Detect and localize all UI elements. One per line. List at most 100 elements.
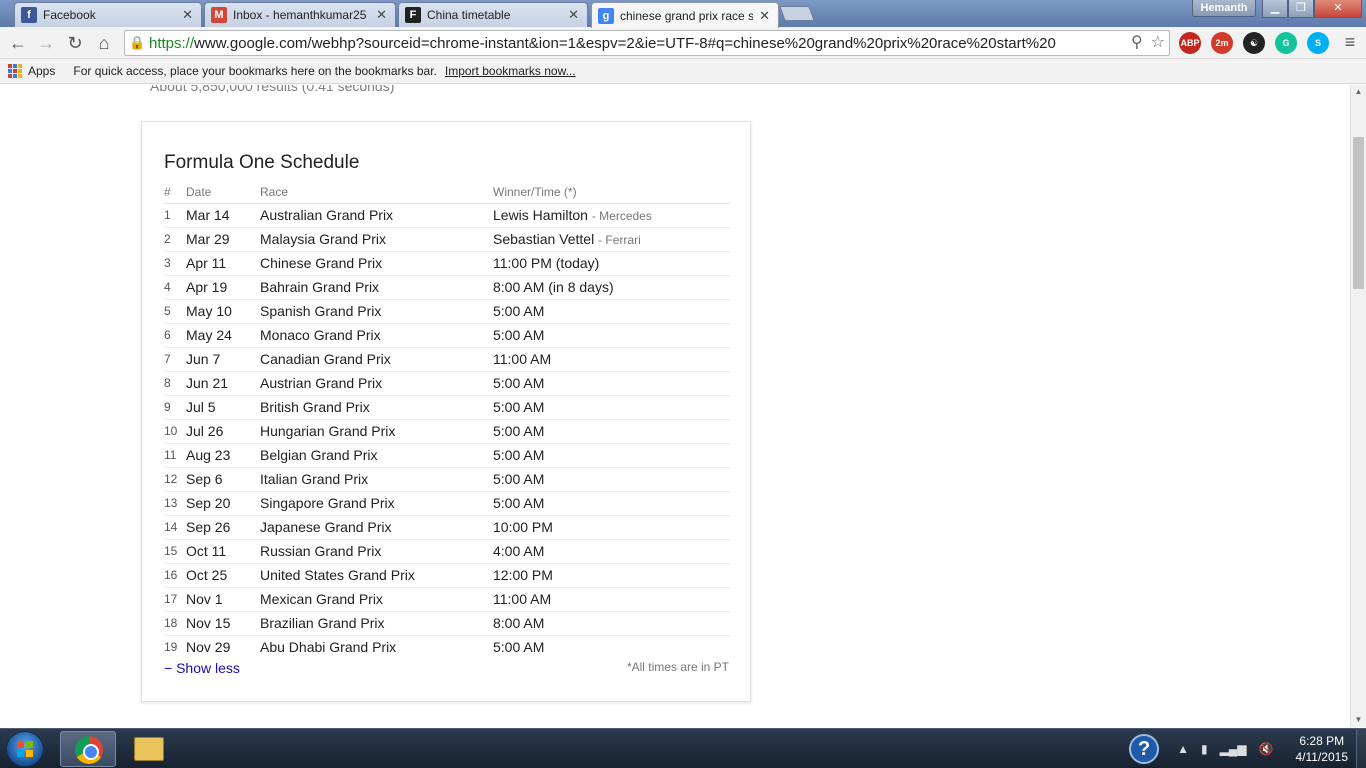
winner-or-time: 5:00 AM	[493, 399, 545, 415]
close-tab-icon[interactable]: ✕	[182, 7, 193, 23]
table-row: 1 Mar 14 Australian Grand Prix Lewis Hamilt…	[164, 203, 730, 227]
winner-or-time: 5:00 AM	[493, 471, 545, 487]
clock-time: 6:28 PM	[1299, 734, 1345, 748]
race-result: 11:00 AM	[493, 346, 730, 371]
2m-icon[interactable]: 2m	[1211, 32, 1233, 54]
show-less-link[interactable]: − Show less	[164, 660, 240, 676]
chrome-menu-icon[interactable]: ≡	[1340, 32, 1360, 52]
grammarly-icon[interactable]: G	[1275, 32, 1297, 54]
race-number: 6	[164, 322, 186, 347]
race-name: Belgian Grand Prix	[260, 442, 493, 467]
show-desktop-button[interactable]	[1356, 729, 1366, 768]
battery-icon[interactable]: ▮	[1201, 742, 1208, 756]
table-row: 5 May 10 Spanish Grand Prix 5:00 AM	[164, 298, 730, 323]
forward-arrow-icon[interactable]: →	[34, 31, 58, 55]
browser-tab[interactable]: M Inbox - hemanthkumar25 ✕	[204, 2, 396, 27]
race-date: Nov 1	[186, 586, 260, 611]
winner-team: - Ferrari	[598, 233, 641, 247]
table-row: 17 Nov 1 Mexican Grand Prix 11:00 AM	[164, 586, 730, 611]
winner-or-time: Sebastian Vettel	[493, 231, 595, 247]
race-date: Jun 7	[186, 346, 260, 371]
race-date: Aug 23	[186, 442, 260, 467]
abp-icon[interactable]: ABP	[1179, 32, 1201, 54]
race-result: Sebastian Vettel - Ferrari	[493, 226, 730, 251]
race-result: 8:00 AM	[493, 610, 730, 635]
show-hidden-icons-arrow-icon[interactable]: ▲	[1177, 742, 1189, 756]
race-name: Austrian Grand Prix	[260, 370, 493, 395]
table-row: 6 May 24 Monaco Grand Prix 5:00 AM	[164, 322, 730, 347]
taskbar-chrome[interactable]	[60, 731, 116, 767]
browser-toolbar: ← → ↻ ⌂ 🔒 https://www.google.com/webhp?s…	[0, 27, 1366, 59]
scroll-down-arrow-icon[interactable]: ▼	[1351, 713, 1366, 727]
apps-grid-icon[interactable]	[8, 64, 22, 78]
windows-taskbar: ? ▲ ▮ ▂▄▆ 🔇 6:28 PM 4/11/2015	[0, 728, 1366, 768]
taskbar-explorer[interactable]	[120, 731, 176, 767]
race-result: 11:00 AM	[493, 586, 730, 611]
winner-or-time: Lewis Hamilton	[493, 207, 588, 223]
race-name: Malaysia Grand Prix	[260, 226, 493, 251]
race-name: Hungarian Grand Prix	[260, 418, 493, 443]
race-date: May 10	[186, 298, 260, 323]
race-name: Monaco Grand Prix	[260, 322, 493, 347]
winner-or-time: 11:00 AM	[493, 591, 552, 607]
profile-button[interactable]: Hemanth	[1192, 0, 1256, 17]
table-row: 8 Jun 21 Austrian Grand Prix 5:00 AM	[164, 370, 730, 395]
race-date: Apr 11	[186, 250, 260, 275]
table-row: 13 Sep 20 Singapore Grand Prix 5:00 AM	[164, 490, 730, 515]
race-result: 4:00 AM	[493, 538, 730, 563]
apps-link[interactable]: Apps	[28, 64, 55, 78]
skype-icon[interactable]: S	[1307, 32, 1329, 54]
race-name: Japanese Grand Prix	[260, 514, 493, 539]
help-icon[interactable]: ?	[1129, 734, 1160, 764]
table-header-row: # Date Race Winner/Time (*)	[164, 182, 730, 204]
back-arrow-icon[interactable]: ←	[6, 31, 30, 55]
tab-title: chinese grand prix race st	[620, 8, 754, 23]
schedule-table: # Date Race Winner/Time (*) 1 Mar 14 Austr…	[164, 182, 730, 659]
page-content: About 5,850,000 results (0.41 seconds) F…	[0, 85, 1350, 727]
search-icon[interactable]: ⚲	[1131, 32, 1143, 52]
race-result: 5:00 AM	[493, 442, 730, 467]
race-date: Nov 15	[186, 610, 260, 635]
race-number: 14	[164, 514, 186, 539]
address-bar[interactable]: 🔒 https://www.google.com/webhp?sourceid=…	[124, 30, 1170, 56]
race-name: Canadian Grand Prix	[260, 346, 493, 371]
race-date: Sep 20	[186, 490, 260, 515]
scroll-up-arrow-icon[interactable]: ▲	[1351, 85, 1366, 99]
facebook-icon: f	[21, 7, 37, 23]
scroll-thumb[interactable]	[1353, 137, 1364, 289]
winner-or-time: 5:00 AM	[493, 495, 545, 511]
close-tab-icon[interactable]: ✕	[376, 7, 387, 23]
column-header-number: #	[164, 182, 186, 204]
browser-tab[interactable]: f Facebook ✕	[14, 2, 202, 27]
close-tab-icon[interactable]: ✕	[568, 7, 579, 23]
race-result: 5:00 AM	[493, 490, 730, 515]
winner-or-time: 8:00 AM	[493, 615, 545, 631]
system-tray: ? ▲ ▮ ▂▄▆ 🔇 6:28 PM 4/11/2015	[1129, 729, 1366, 768]
clock[interactable]: 6:28 PM 4/11/2015	[1296, 733, 1349, 765]
yin-yang-icon[interactable]: ☯	[1243, 32, 1265, 54]
browser-tab[interactable]: F China timetable ✕	[398, 2, 588, 27]
winner-or-time: 4:00 AM	[493, 543, 545, 559]
minimize-button[interactable]: ▁	[1262, 0, 1288, 18]
browser-tab[interactable]: g chinese grand prix race st ✕	[591, 2, 779, 28]
restore-button[interactable]: ❐	[1288, 0, 1314, 18]
table-row: 9 Jul 5 British Grand Prix 5:00 AM	[164, 394, 730, 419]
table-row: 3 Apr 11 Chinese Grand Prix 11:00 PM (today…	[164, 250, 730, 275]
volume-muted-icon[interactable]: 🔇	[1259, 742, 1274, 756]
vertical-scrollbar[interactable]: ▲ ▼	[1350, 85, 1366, 727]
home-icon[interactable]: ⌂	[92, 31, 116, 55]
gmail-icon: M	[211, 7, 227, 23]
race-number: 10	[164, 418, 186, 443]
start-button[interactable]	[6, 731, 44, 767]
import-bookmarks-link[interactable]: Import bookmarks now...	[445, 64, 576, 78]
race-result: 5:00 AM	[493, 298, 730, 323]
reload-icon[interactable]: ↻	[63, 31, 87, 55]
close-tab-icon[interactable]: ✕	[759, 8, 770, 24]
new-tab-button[interactable]	[779, 6, 815, 21]
network-signal-icon[interactable]: ▂▄▆	[1220, 742, 1247, 756]
close-window-button[interactable]: ✕	[1314, 0, 1362, 18]
url-scheme: https://	[149, 34, 195, 52]
race-result: 12:00 PM	[493, 562, 730, 587]
star-icon[interactable]: ☆	[1151, 32, 1165, 52]
race-result: 10:00 PM	[493, 514, 730, 539]
